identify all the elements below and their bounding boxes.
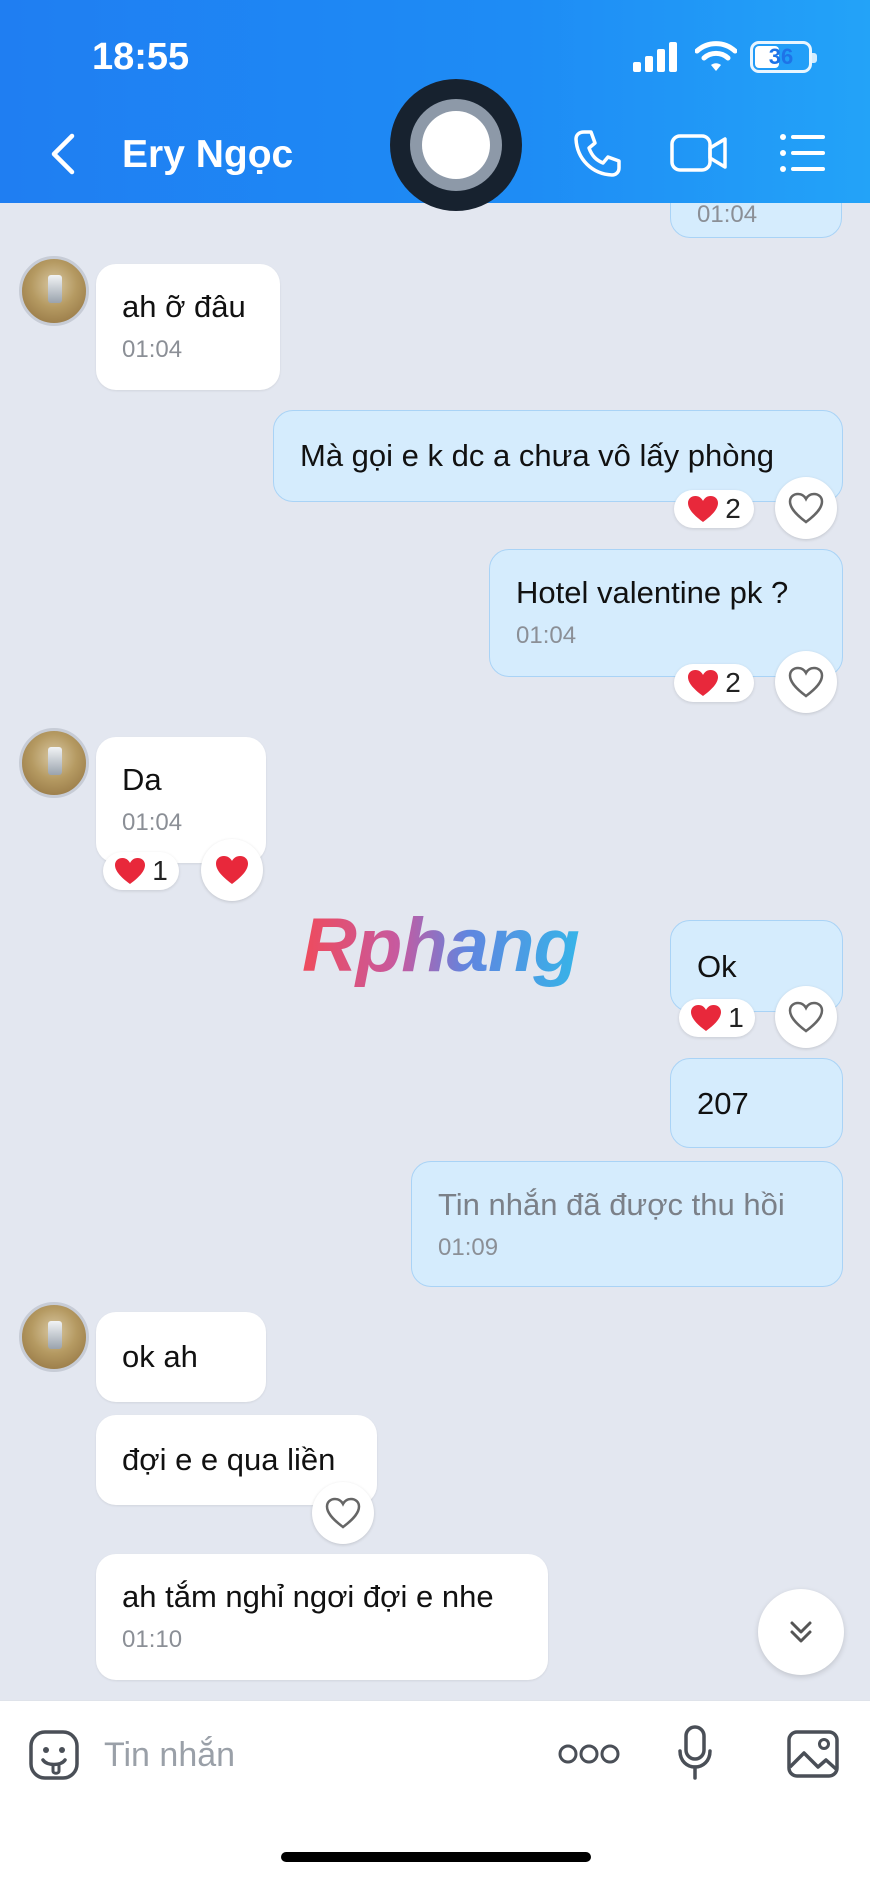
message-text: 207 <box>697 1086 749 1121</box>
message-text: Tin nhắn đã được thu hồi <box>438 1187 785 1222</box>
microphone-icon[interactable] <box>677 1725 713 1781</box>
contact-name[interactable]: Ery Ngọc <box>122 133 293 177</box>
watermark-logo: Rphang <box>302 903 580 988</box>
video-call-icon[interactable] <box>670 132 728 174</box>
heart-outline-icon <box>788 1001 824 1033</box>
chevron-down-icon <box>790 1621 812 1643</box>
home-indicator <box>281 1852 591 1862</box>
heart-icon <box>216 856 248 884</box>
message-bubble-incoming[interactable]: ah tắm nghỉ ngơi đợi e nhe 01:10 <box>96 1554 548 1680</box>
heart-outline-icon <box>325 1497 361 1529</box>
message-bubble-incoming[interactable]: ok ah <box>96 1312 266 1402</box>
message-time: 01:04 <box>122 336 183 363</box>
react-button[interactable] <box>775 986 837 1048</box>
message-input[interactable] <box>104 1731 524 1779</box>
scroll-to-bottom-button[interactable] <box>758 1589 844 1675</box>
reaction-summary[interactable]: 2 <box>674 664 754 702</box>
heart-icon <box>115 858 146 884</box>
message-bubble-incoming[interactable]: ah ỡ đâu 01:04 <box>96 264 280 390</box>
sticker-icon[interactable] <box>28 1729 80 1781</box>
heart-icon <box>691 1005 722 1031</box>
message-bubble-outgoing[interactable]: 207 <box>670 1058 843 1148</box>
status-time: 18:55 <box>92 36 190 78</box>
assistive-touch-button[interactable] <box>390 79 522 211</box>
heart-outline-icon <box>788 492 824 524</box>
heart-outline-icon <box>788 666 824 698</box>
reaction-count: 1 <box>152 855 168 886</box>
message-text: Hotel valentine pk ? <box>516 575 789 610</box>
heart-icon <box>688 670 719 696</box>
message-text: Da <box>122 762 162 797</box>
message-bubble-recalled[interactable]: Tin nhắn đã được thu hồi 01:09 <box>411 1161 843 1287</box>
message-text: Mà gọi e k dc a chưa vô lấy phòng <box>300 438 774 473</box>
message-time: 01:09 <box>438 1234 499 1261</box>
reaction-summary[interactable]: 1 <box>679 999 755 1037</box>
message-text: ok ah <box>122 1339 198 1374</box>
message-time: 01:04 <box>122 809 183 836</box>
battery-level: 36 <box>768 44 794 69</box>
reaction-count: 2 <box>725 493 741 524</box>
avatar[interactable] <box>19 728 89 798</box>
message-time: 01:10 <box>122 1626 183 1653</box>
battery-indicator: 36 <box>750 41 817 73</box>
wifi-icon <box>695 41 737 71</box>
call-icon[interactable] <box>572 128 622 178</box>
image-icon[interactable] <box>786 1729 840 1779</box>
react-button[interactable] <box>775 651 837 713</box>
reaction-summary[interactable]: 1 <box>103 852 179 890</box>
react-button[interactable] <box>201 839 263 901</box>
chat-header: 18:55 36 Ery Ngọc <box>0 0 870 211</box>
heart-icon <box>688 496 719 522</box>
message-text: ah tắm nghỉ ngơi đợi e nhe <box>122 1579 494 1614</box>
menu-icon[interactable] <box>779 132 827 174</box>
reaction-count: 2 <box>725 667 741 698</box>
message-text: đợi e e qua liền <box>122 1442 336 1477</box>
avatar[interactable] <box>19 256 89 326</box>
reaction-summary[interactable]: 2 <box>674 490 754 528</box>
message-text: ah ỡ đâu <box>122 289 246 324</box>
react-button[interactable] <box>775 477 837 539</box>
signal-icon <box>633 42 677 72</box>
message-input-bar <box>0 1700 870 1883</box>
back-icon[interactable] <box>48 132 80 176</box>
message-time: 01:04 <box>516 622 577 649</box>
reaction-count: 1 <box>728 1002 744 1033</box>
more-icon[interactable] <box>558 1741 620 1767</box>
message-time: 01:04 <box>697 201 758 228</box>
react-button[interactable] <box>312 1482 374 1544</box>
message-text: Ok <box>697 949 737 984</box>
avatar[interactable] <box>19 1302 89 1372</box>
message-bubble-outgoing[interactable]: Mà gọi e k dc a chưa vô lấy phòng <box>273 410 843 502</box>
